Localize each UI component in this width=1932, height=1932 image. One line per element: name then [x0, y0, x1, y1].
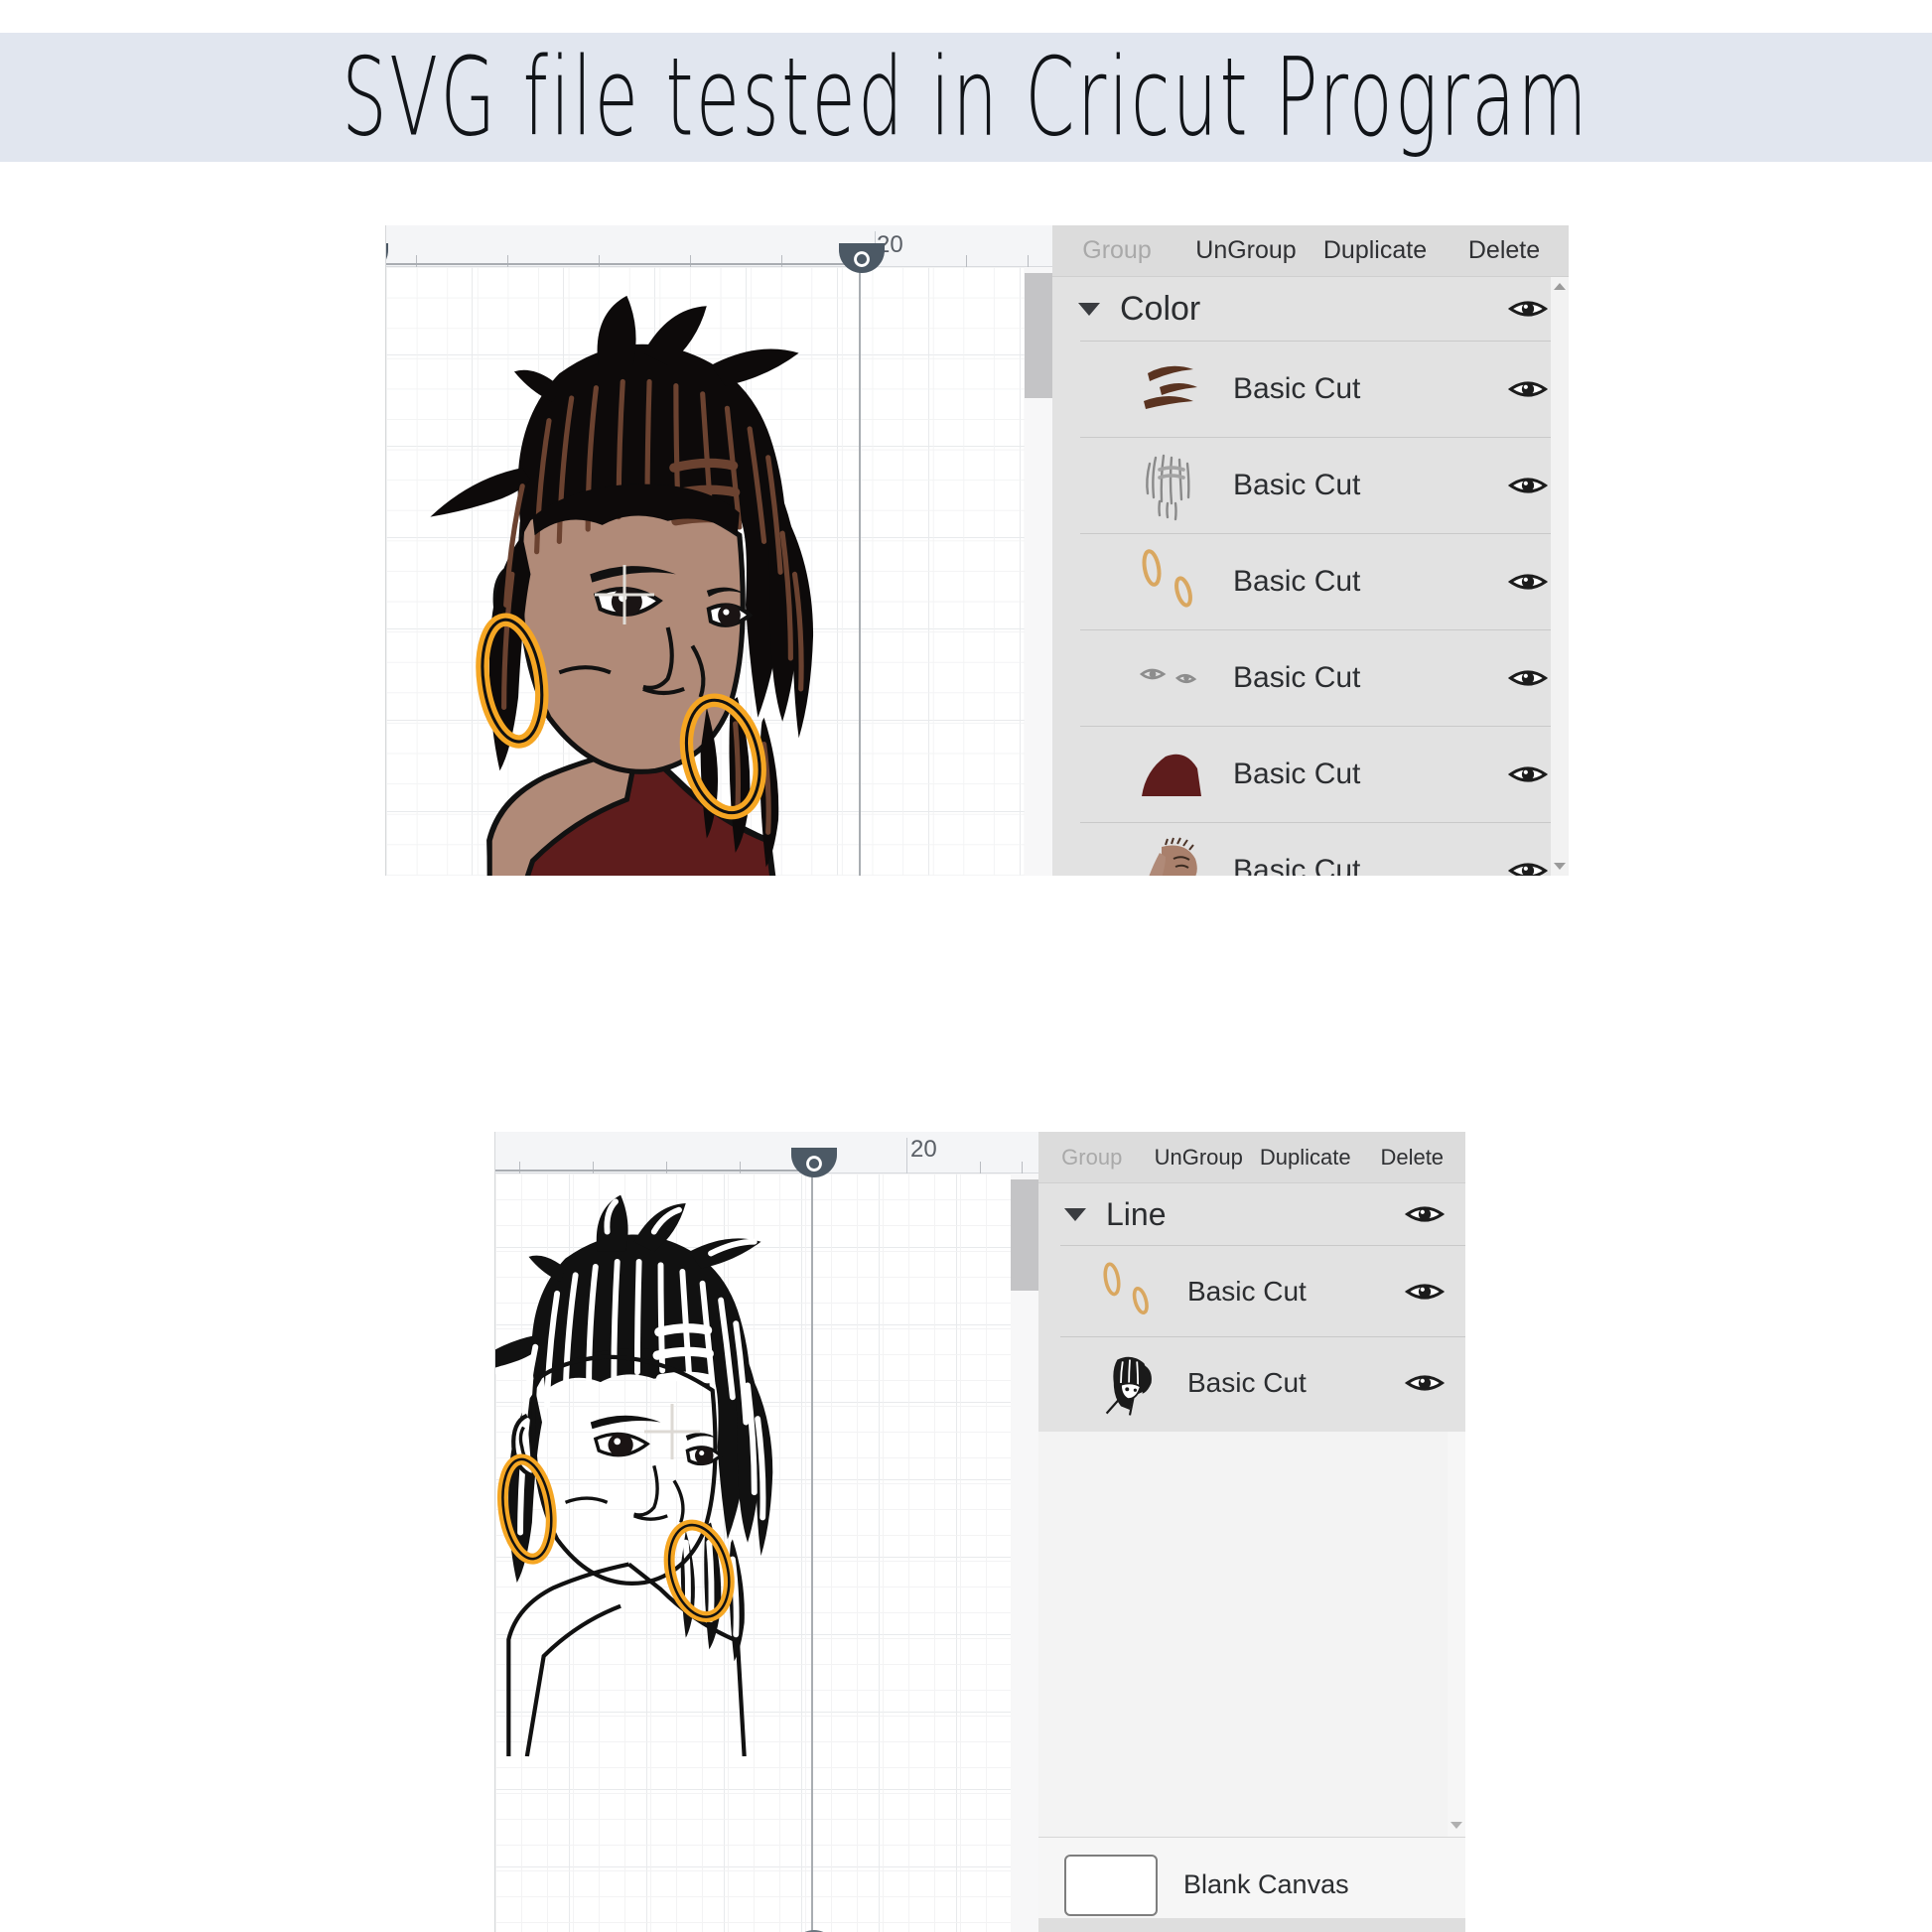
earrings-thumb-icon — [1094, 1256, 1166, 1327]
face-thumb-icon — [1132, 831, 1211, 876]
hair-strands-thumb-icon — [1132, 446, 1211, 525]
eye-icon[interactable] — [1507, 375, 1549, 403]
layers-list-color[interactable]: Color Basic Cut Basic Cut Basic Cut Basi… — [1052, 277, 1569, 876]
ruler-horizontal-color: 20 — [386, 225, 1052, 267]
eye-icon[interactable] — [1507, 760, 1549, 788]
layers-toolbar-line: Group UnGroup Duplicate Delete — [1038, 1132, 1465, 1183]
group-button-color[interactable]: Group — [1052, 236, 1181, 265]
duplicate-button-line[interactable]: Duplicate — [1252, 1145, 1359, 1171]
layer-group-label: Color — [1120, 289, 1201, 328]
cricut-window-line: 20 Group UnGroup Duplicate Delete Line B… — [494, 1132, 1465, 1932]
layer-label: Basic Cut — [1187, 1275, 1307, 1307]
ruler-horizontal-line: 20 — [495, 1132, 1038, 1173]
artwork-line[interactable] — [494, 1172, 811, 1932]
delete-button-color[interactable]: Delete — [1440, 236, 1569, 265]
eye-icon[interactable] — [1404, 1278, 1446, 1306]
footer-strip — [1038, 1918, 1465, 1932]
layer-row[interactable]: Basic Cut — [1080, 726, 1569, 822]
earrings-thumb-icon — [1132, 542, 1211, 621]
canvas-grid-color — [386, 243, 1052, 876]
layer-group-color[interactable]: Color — [1052, 277, 1569, 341]
layer-label: Basic Cut — [1233, 469, 1361, 501]
layer-row[interactable]: Basic Cut — [1080, 822, 1569, 876]
layer-label: Basic Cut — [1233, 372, 1361, 405]
eye-icon[interactable] — [1507, 664, 1549, 692]
canvas-scrollbar-thumb-color[interactable] — [1025, 273, 1052, 398]
chevron-down-icon[interactable] — [1064, 1207, 1086, 1221]
duplicate-button-color[interactable]: Duplicate — [1311, 236, 1440, 265]
blank-canvas-label: Blank Canvas — [1183, 1869, 1349, 1899]
layer-group-line[interactable]: Line — [1038, 1183, 1465, 1245]
layer-row[interactable]: Basic Cut — [1080, 629, 1569, 726]
shirt-thumb-icon — [1132, 735, 1211, 814]
layer-label: Basic Cut — [1233, 854, 1361, 876]
group-button-line[interactable]: Group — [1038, 1145, 1146, 1171]
layer-row[interactable]: Basic Cut — [1080, 341, 1569, 437]
screenshot-root: SVG file tested in Cricut Program 20 Gro… — [0, 0, 1932, 1932]
layer-label: Basic Cut — [1187, 1366, 1307, 1398]
ruler-label-20: 20 — [910, 1136, 937, 1163]
layers-panel-line: Group UnGroup Duplicate Delete Line Basi… — [1038, 1132, 1465, 1932]
design-canvas-color[interactable]: 20 — [385, 225, 1052, 876]
layer-row[interactable]: Basic Cut — [1060, 1336, 1465, 1428]
eye-icon[interactable] — [1507, 857, 1549, 876]
layers-list-line[interactable]: Line Basic Cut Basic Cut — [1038, 1183, 1465, 1432]
canvas-crosshair-color — [595, 565, 654, 624]
layers-empty-area-line — [1038, 1432, 1465, 1837]
layers-panel-color: Group UnGroup Duplicate Delete Color Bas… — [1052, 225, 1569, 876]
layer-row[interactable]: Basic Cut — [1080, 437, 1569, 533]
delete-button-line[interactable]: Delete — [1359, 1145, 1466, 1171]
layers-scrollbar-line[interactable] — [1448, 1432, 1465, 1837]
layers-scrollbar-color[interactable] — [1551, 277, 1569, 876]
blank-canvas-swatch[interactable] — [1064, 1854, 1158, 1916]
lineart-thumb-icon — [1094, 1347, 1166, 1419]
canvas-grid-line — [494, 1148, 1038, 1932]
eye-icon[interactable] — [1507, 295, 1549, 323]
layer-label: Basic Cut — [1233, 758, 1361, 790]
eyebrows-thumb-icon — [1132, 349, 1211, 429]
ungroup-button-line[interactable]: UnGroup — [1146, 1145, 1253, 1171]
page-title: SVG file tested in Cricut Program — [342, 34, 1590, 161]
layer-row[interactable]: Basic Cut — [1080, 533, 1569, 629]
canvas-crosshair-line — [644, 1404, 700, 1459]
layer-label: Basic Cut — [1233, 661, 1361, 694]
eye-icon[interactable] — [1507, 568, 1549, 596]
chevron-down-icon[interactable] — [1078, 302, 1100, 316]
scroll-down-arrow-icon[interactable] — [1450, 1822, 1462, 1829]
cricut-window-color: 20 Group UnGroup Duplicate Delete Color … — [385, 225, 1569, 876]
layer-row[interactable]: Basic Cut — [1060, 1245, 1465, 1336]
eyes-thumb-icon — [1132, 638, 1211, 718]
eye-icon[interactable] — [1404, 1369, 1446, 1397]
canvas-scrollbar-thumb-line[interactable] — [1011, 1179, 1038, 1291]
ungroup-button-color[interactable]: UnGroup — [1181, 236, 1311, 265]
eye-icon[interactable] — [1404, 1200, 1446, 1228]
design-canvas-line[interactable]: 20 — [494, 1132, 1038, 1932]
layers-toolbar-color: Group UnGroup Duplicate Delete — [1052, 225, 1569, 277]
scroll-down-arrow-icon[interactable] — [1554, 863, 1566, 870]
scroll-up-arrow-icon[interactable] — [1554, 283, 1566, 290]
header-banner: SVG file tested in Cricut Program — [0, 33, 1932, 162]
layer-label: Basic Cut — [1233, 565, 1361, 598]
layer-group-label: Line — [1106, 1195, 1167, 1232]
eye-icon[interactable] — [1507, 472, 1549, 499]
